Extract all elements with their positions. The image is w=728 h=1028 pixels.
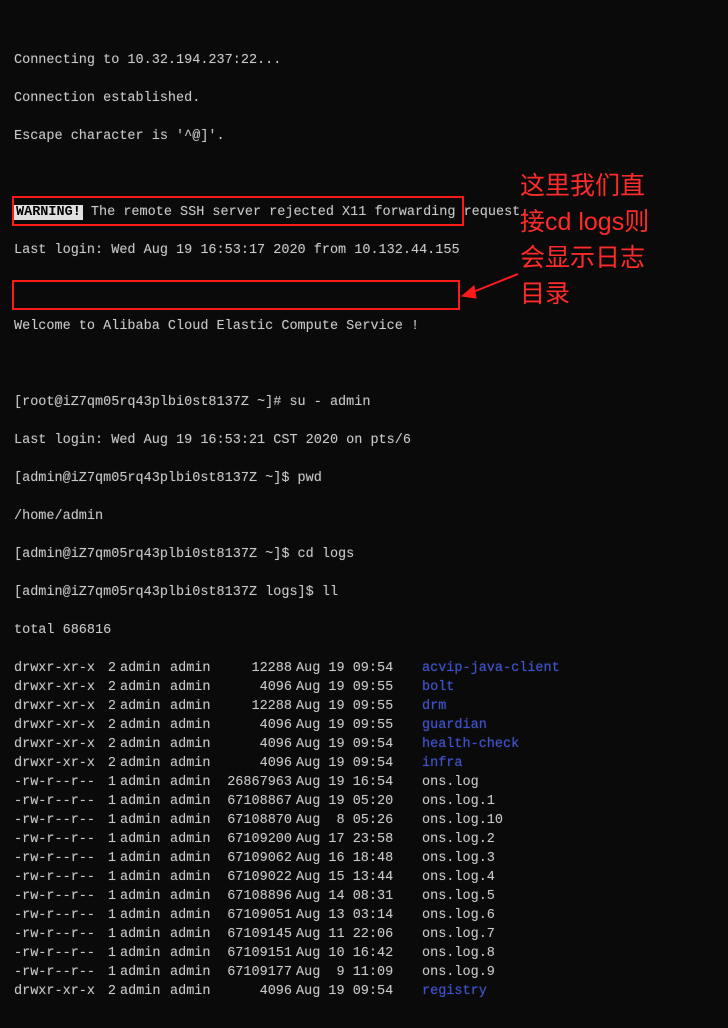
line-total: total 686816: [14, 621, 720, 640]
list-item: drwxr-xr-x2adminadmin4096Aug 19 09:54inf…: [14, 754, 720, 773]
list-item: -rw-r--r--1adminadmin26867963Aug 19 16:5…: [14, 773, 720, 792]
list-item: -rw-r--r--1adminadmin67109177Aug 9 11:09…: [14, 963, 720, 982]
list-item: -rw-r--r--1adminadmin67109062Aug 16 18:4…: [14, 849, 720, 868]
admin-prompt-home: [admin@iZ7qm05rq43plbi0st8137Z ~]$: [14, 471, 298, 486]
list-item: drwxr-xr-x2adminadmin4096Aug 19 09:55gua…: [14, 716, 720, 735]
cmd-cd: cd logs: [298, 547, 355, 562]
list-item: drwxr-xr-x2adminadmin4096Aug 19 09:55bol…: [14, 678, 720, 697]
line-last-login-admin: Last login: Wed Aug 19 16:53:21 CST 2020…: [14, 431, 720, 450]
list-item: -rw-r--r--1adminadmin67108870Aug 8 05:26…: [14, 811, 720, 830]
list-item: -rw-r--r--1adminadmin67109022Aug 15 13:4…: [14, 868, 720, 887]
list-item: -rw-r--r--1adminadmin67109151Aug 10 16:4…: [14, 944, 720, 963]
admin-prompt-home2: [admin@iZ7qm05rq43plbi0st8137Z ~]$: [14, 547, 298, 562]
list-item: -rw-r--r--1adminadmin67108896Aug 14 08:3…: [14, 887, 720, 906]
line-welcome: Welcome to Alibaba Cloud Elastic Compute…: [14, 317, 720, 336]
list-item: -rw-r--r--1adminadmin67109051Aug 13 03:1…: [14, 906, 720, 925]
list-item: -rw-r--r--1adminadmin67108867Aug 19 05:2…: [14, 792, 720, 811]
line-warning: WARNING! The remote SSH server rejected …: [14, 203, 720, 222]
line-su: [root@iZ7qm05rq43plbi0st8137Z ~]# su - a…: [14, 393, 720, 412]
ls-listing: drwxr-xr-x2adminadmin12288Aug 19 09:54ac…: [14, 659, 720, 1001]
line-pwd-out: /home/admin: [14, 507, 720, 526]
list-item: drwxr-xr-x2adminadmin4096Aug 19 09:54reg…: [14, 982, 720, 1001]
list-item: -rw-r--r--1adminadmin67109200Aug 17 23:5…: [14, 830, 720, 849]
cmd-pwd: pwd: [298, 471, 322, 486]
warning-text: The remote SSH server rejected X11 forwa…: [83, 205, 529, 220]
line-cd: [admin@iZ7qm05rq43plbi0st8137Z ~]$ cd lo…: [14, 545, 720, 564]
line-last-login-root: Last login: Wed Aug 19 16:53:17 2020 fro…: [14, 241, 720, 260]
list-item: drwxr-xr-x2adminadmin4096Aug 19 09:54hea…: [14, 735, 720, 754]
line-connecting: Connecting to 10.32.194.237:22...: [14, 51, 720, 70]
cmd-ll: ll: [322, 585, 338, 600]
warning-tag: WARNING!: [14, 205, 83, 220]
admin-prompt-logs: [admin@iZ7qm05rq43plbi0st8137Z logs]$: [14, 585, 322, 600]
line-ll: [admin@iZ7qm05rq43plbi0st8137Z logs]$ ll: [14, 583, 720, 602]
line-escape: Escape character is '^@]'.: [14, 127, 720, 146]
list-item: -rw-r--r--1adminadmin67109145Aug 11 22:0…: [14, 925, 720, 944]
cmd-su: su - admin: [289, 395, 370, 410]
line-established: Connection established.: [14, 89, 720, 108]
terminal-output: Connecting to 10.32.194.237:22... Connec…: [0, 0, 728, 1028]
list-item: drwxr-xr-x2adminadmin12288Aug 19 09:54ac…: [14, 659, 720, 678]
root-prompt: [root@iZ7qm05rq43plbi0st8137Z ~]#: [14, 395, 289, 410]
line-pwd: [admin@iZ7qm05rq43plbi0st8137Z ~]$ pwd: [14, 469, 720, 488]
